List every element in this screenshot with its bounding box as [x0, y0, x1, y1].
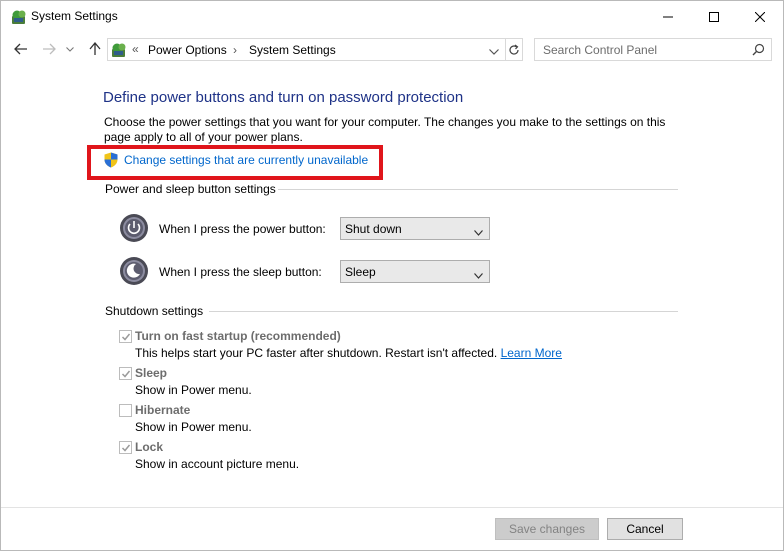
- hibernate-option-title: Hibernate: [135, 403, 191, 417]
- chevron-down-icon: [474, 225, 483, 239]
- shutdown-section-title: Shutdown settings: [105, 304, 204, 318]
- checkmark-icon: [121, 444, 131, 452]
- sleep-button-action-select[interactable]: Sleep: [340, 260, 490, 283]
- lock-checkbox[interactable]: [119, 441, 132, 454]
- forward-button[interactable]: [40, 40, 58, 58]
- power-button-action-value: Shut down: [345, 222, 402, 236]
- power-sleep-section-title: Power and sleep button settings: [105, 182, 276, 196]
- highlight-box: [87, 145, 383, 180]
- breadcrumb-separator[interactable]: ›: [233, 43, 237, 57]
- search-icon[interactable]: [752, 43, 765, 59]
- system-settings-window: System Settings « Power Options › System…: [0, 0, 784, 551]
- search-box[interactable]: Search Control Panel: [534, 38, 772, 61]
- navigation-bar: « Power Options › System Settings Search…: [1, 34, 783, 64]
- close-button[interactable]: [737, 1, 783, 32]
- sleep-button-action-value: Sleep: [345, 265, 376, 279]
- recent-locations-button[interactable]: [64, 40, 76, 58]
- breadcrumb-overflow[interactable]: «: [132, 42, 139, 56]
- back-button[interactable]: [12, 40, 30, 58]
- address-bar[interactable]: « Power Options › System Settings: [107, 38, 506, 61]
- chevron-down-icon: [489, 49, 499, 55]
- learn-more-link[interactable]: Learn More: [501, 346, 562, 360]
- refresh-icon: [508, 44, 519, 55]
- hibernate-option-description: Show in Power menu.: [135, 420, 252, 434]
- close-icon: [755, 11, 765, 22]
- lock-option-title: Lock: [135, 440, 164, 454]
- breadcrumb-power-options[interactable]: Power Options: [148, 43, 227, 57]
- fast-startup-checkbox[interactable]: [119, 330, 132, 343]
- refresh-button[interactable]: [505, 38, 523, 61]
- back-arrow-icon: [14, 43, 27, 55]
- footer-divider: [1, 507, 783, 508]
- lock-option-description: Show in account picture menu.: [135, 457, 300, 471]
- breadcrumb-system-settings[interactable]: System Settings: [249, 43, 336, 57]
- address-dropdown-button[interactable]: [489, 44, 499, 58]
- window-title: System Settings: [31, 9, 118, 23]
- section-divider: [209, 311, 678, 312]
- page-description: Choose the power settings that you want …: [104, 115, 666, 144]
- fast-startup-title: Turn on fast startup (recommended): [135, 329, 341, 343]
- search-input[interactable]: Search Control Panel: [543, 43, 657, 57]
- main-content: Define power buttons and turn on passwor…: [1, 65, 783, 551]
- hibernate-checkbox[interactable]: [119, 404, 132, 417]
- sleep-option-title: Sleep: [135, 366, 168, 380]
- control-panel-icon: [111, 42, 127, 58]
- forward-arrow-icon: [43, 43, 56, 55]
- fast-startup-description: This helps start your PC faster after sh…: [135, 346, 562, 360]
- cancel-button[interactable]: Cancel: [607, 518, 683, 540]
- maximize-button[interactable]: [691, 1, 737, 32]
- sleep-option-description: Show in Power menu.: [135, 383, 252, 397]
- fast-startup-desc-text: This helps start your PC faster after sh…: [135, 346, 498, 360]
- section-divider: [278, 189, 678, 190]
- checkmark-icon: [121, 370, 131, 378]
- sleep-checkbox[interactable]: [119, 367, 132, 380]
- save-changes-button[interactable]: Save changes: [495, 518, 599, 540]
- minimize-icon: [663, 16, 673, 17]
- maximize-icon: [709, 11, 719, 22]
- page-title: Define power buttons and turn on passwor…: [103, 89, 464, 106]
- chevron-down-icon: [474, 268, 483, 282]
- power-button-icon: [119, 213, 149, 243]
- control-panel-icon: [11, 9, 27, 25]
- power-button-label: When I press the power button:: [159, 222, 326, 236]
- sleep-button-label: When I press the sleep button:: [159, 265, 322, 279]
- up-arrow-icon: [89, 42, 101, 55]
- minimize-button[interactable]: [645, 1, 691, 32]
- sleep-button-icon: [119, 256, 149, 286]
- power-button-action-select[interactable]: Shut down: [340, 217, 490, 240]
- title-bar: System Settings: [1, 1, 783, 32]
- up-button[interactable]: [86, 40, 104, 58]
- checkmark-icon: [121, 333, 131, 341]
- chevron-down-icon: [66, 46, 74, 52]
